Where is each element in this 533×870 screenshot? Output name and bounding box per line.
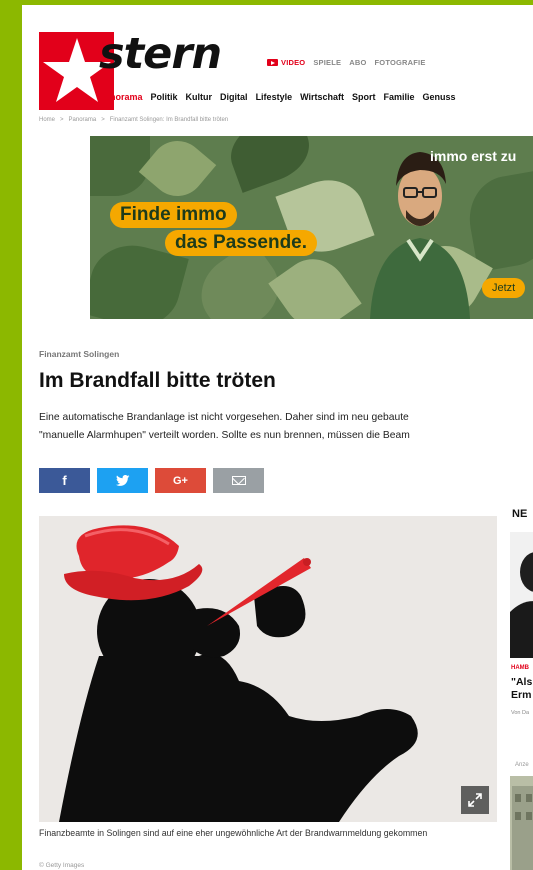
nav-item-kultur[interactable]: Kultur: [186, 92, 213, 102]
sidebar-teaser-title-line: Erm: [511, 689, 532, 701]
breadcrumb-current: Finanzamt Solingen: Im Brandfall bitte t…: [109, 117, 229, 123]
nav-item-politik[interactable]: Politik: [151, 92, 178, 102]
sidebar-teaser-byline: Von Da: [511, 710, 530, 716]
sidebar-ad-image[interactable]: [510, 776, 533, 870]
breadcrumb-separator: >: [101, 117, 105, 123]
building-image: [510, 776, 533, 870]
facebook-icon: f: [62, 473, 67, 488]
breadcrumb-panorama[interactable]: Panorama: [69, 117, 97, 123]
share-bar: f G+: [39, 468, 264, 493]
photo-caption: Finanzbeamte in Solingen sind auf eine e…: [39, 828, 428, 838]
expand-image-button[interactable]: [461, 786, 489, 814]
article-kicker: Finanzamt Solingen: [39, 349, 120, 359]
breadcrumb: Home > Panorama > Finanzamt Solingen: Im…: [39, 117, 228, 123]
top-nav: VIDEO SPIELE ABO FOTOGRAFIE: [267, 58, 426, 67]
article-teaser-line: Eine automatische Brandanlage ist nicht …: [39, 412, 409, 423]
breadcrumb-home[interactable]: Home: [39, 117, 55, 123]
nav-item-lifestyle[interactable]: Lifestyle: [256, 92, 293, 102]
ad-headline-line2: das Passende.: [165, 230, 318, 256]
leaf-decoration: [222, 136, 318, 193]
share-twitter-button[interactable]: [97, 468, 148, 493]
article-headline: Im Brandfall bitte tröten: [39, 369, 276, 392]
top-nav-item-spiele[interactable]: SPIELE: [313, 58, 341, 67]
nav-item-familie[interactable]: Familie: [384, 92, 415, 102]
breadcrumb-separator: >: [60, 117, 64, 123]
top-nav-video-label: VIDEO: [281, 58, 306, 67]
leaf-decoration: [268, 246, 362, 319]
share-email-button[interactable]: [213, 468, 264, 493]
twitter-icon: [115, 475, 129, 486]
nav-item-digital[interactable]: Digital: [220, 92, 248, 102]
ad-headline-line1: Finde immo: [110, 202, 237, 228]
share-googleplus-button[interactable]: G+: [155, 468, 206, 493]
main-nav: Panorama Politik Kultur Digital Lifestyl…: [99, 92, 456, 102]
play-icon: [267, 59, 278, 66]
article-teaser: Eine automatische Brandanlage ist nicht …: [39, 409, 533, 445]
sidebar-heading: NE: [512, 508, 528, 520]
googleplus-icon: G+: [173, 474, 188, 487]
nav-item-genuss[interactable]: Genuss: [423, 92, 456, 102]
article-teaser-line: "manuelle Alarmhupen" verteilt worden. S…: [39, 430, 410, 441]
share-facebook-button[interactable]: f: [39, 468, 90, 493]
stern-wordmark[interactable]: stern: [99, 29, 222, 79]
sidebar-teaser-kicker: HAMB: [511, 665, 529, 671]
sidebar-ad-label: Anze: [515, 762, 529, 768]
ad-banner[interactable]: Finde immo das Passende. immo erst zu Je…: [90, 136, 533, 319]
nav-item-wirtschaft[interactable]: Wirtschaft: [300, 92, 344, 102]
silhouette-party-image: [39, 516, 497, 822]
sidebar-teaser-image[interactable]: [510, 532, 533, 658]
leaf-decoration: [90, 136, 150, 196]
ad-tagline: immo erst zu: [430, 148, 517, 164]
top-nav-item-abo[interactable]: ABO: [349, 58, 366, 67]
article-photo[interactable]: [39, 516, 497, 822]
photo-credit: © Getty Images: [39, 862, 85, 869]
ad-cta-button[interactable]: Jetzt: [482, 278, 526, 298]
leaf-decoration: [138, 136, 217, 208]
mail-icon: [231, 476, 246, 485]
top-nav-item-fotografie[interactable]: FOTOGRAFIE: [375, 58, 426, 67]
nav-item-panorama[interactable]: Panorama: [99, 92, 143, 102]
sidebar-teaser-title[interactable]: "Als Erm: [511, 676, 533, 702]
expand-icon: [468, 793, 482, 807]
nav-item-sport[interactable]: Sport: [352, 92, 376, 102]
portrait-image: [510, 532, 533, 658]
sidebar-teaser-title-line: "Als: [511, 676, 533, 688]
page: stern VIDEO SPIELE ABO FOTOGRAFIE Panora…: [22, 5, 533, 870]
top-nav-video[interactable]: VIDEO: [267, 58, 305, 67]
